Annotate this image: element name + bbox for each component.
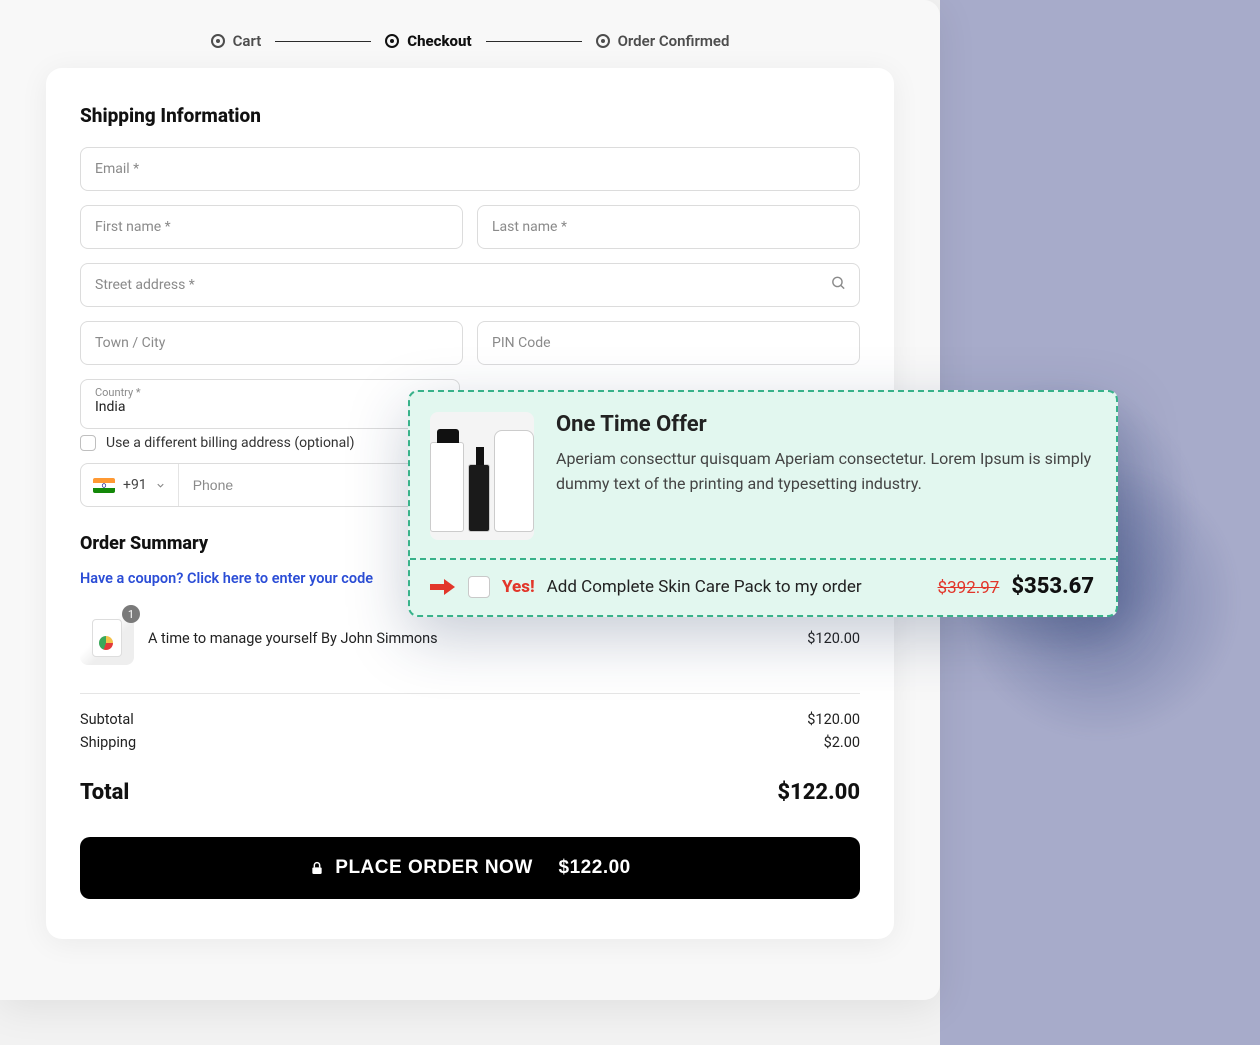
country-select[interactable]: Country * India: [80, 379, 460, 429]
offer-prices: $392.97 $353.67: [938, 574, 1094, 599]
offer-price: $353.67: [1011, 574, 1094, 599]
total-label: Total: [80, 780, 129, 805]
qty-badge: 1: [122, 605, 140, 623]
step-label: Checkout: [407, 32, 471, 50]
product-tube-icon: [494, 430, 534, 532]
phone-field: +91: [80, 463, 460, 507]
offer-strike-price: $392.97: [938, 578, 1000, 598]
step-label: Cart: [233, 32, 262, 50]
step-dot-icon: [385, 34, 399, 48]
book-icon: [92, 619, 122, 657]
shipping-row: Shipping $2.00: [80, 731, 860, 754]
phone-country-select[interactable]: +91: [81, 464, 179, 506]
offer-add-label: Add Complete Skin Care Pack to my order: [547, 577, 862, 597]
pin-input[interactable]: [492, 335, 845, 351]
offer-product-image: [430, 412, 534, 540]
last-name-input[interactable]: [492, 219, 845, 235]
street-input[interactable]: [95, 277, 845, 293]
chevron-down-icon: [155, 480, 166, 491]
shipping-label: Shipping: [80, 734, 136, 751]
diff-billing-label: Use a different billing address (optiona…: [106, 435, 355, 451]
offer-add-checkbox[interactable]: [468, 576, 490, 598]
product-bottle-icon: [430, 442, 464, 532]
step-cart[interactable]: Cart: [211, 32, 262, 50]
subtotal-value: $120.00: [807, 711, 860, 728]
offer-yes-label: Yes!: [502, 577, 535, 597]
step-divider: [486, 41, 582, 42]
one-time-offer-card: One Time Offer Aperiam consecttur quisqu…: [408, 390, 1118, 617]
subtotal-row: Subtotal $120.00: [80, 708, 860, 731]
checkout-steps: Cart Checkout Order Confirmed: [0, 0, 940, 68]
flag-india-icon: [93, 478, 115, 493]
place-order-amount: $122.00: [559, 857, 631, 879]
search-icon[interactable]: [830, 275, 847, 296]
last-name-field-wrap: [477, 205, 860, 249]
phone-prefix-value: +91: [123, 477, 147, 493]
coupon-link[interactable]: Have a coupon? Click here to enter your …: [80, 570, 373, 587]
shipping-value: $2.00: [824, 734, 860, 751]
email-input[interactable]: [95, 161, 845, 177]
shipping-heading: Shipping Information: [80, 104, 860, 127]
offer-description: Aperiam consecttur quisquam Aperiam cons…: [556, 447, 1092, 497]
offer-text: One Time Offer Aperiam consecttur quisqu…: [556, 412, 1092, 540]
street-field-wrap: [80, 263, 860, 307]
country-value: India: [95, 399, 125, 415]
cart-item-thumb: 1: [80, 611, 134, 665]
cart-item-name: A time to manage yourself By John Simmon…: [148, 630, 438, 647]
diff-billing-checkbox[interactable]: [80, 435, 96, 451]
step-label: Order Confirmed: [618, 32, 730, 50]
first-name-input[interactable]: [95, 219, 448, 235]
total-value: $122.00: [777, 780, 860, 805]
city-input[interactable]: [95, 335, 448, 351]
product-dropper-icon: [468, 464, 490, 532]
place-order-button[interactable]: PLACE ORDER NOW $122.00: [80, 837, 860, 899]
country-label: Country *: [95, 386, 141, 399]
cart-item-price: $120.00: [807, 630, 860, 647]
arrow-right-icon: [430, 578, 456, 596]
offer-title: One Time Offer: [556, 412, 1092, 437]
place-order-label: PLACE ORDER NOW: [335, 857, 533, 879]
step-dot-icon: [211, 34, 225, 48]
pin-field-wrap: [477, 321, 860, 365]
step-dot-icon: [596, 34, 610, 48]
subtotal-label: Subtotal: [80, 711, 134, 728]
email-field-wrap: [80, 147, 860, 191]
first-name-field-wrap: [80, 205, 463, 249]
divider: [80, 693, 860, 694]
step-checkout[interactable]: Checkout: [385, 32, 471, 50]
offer-top: One Time Offer Aperiam consecttur quisqu…: [410, 392, 1116, 558]
step-confirmed[interactable]: Order Confirmed: [596, 32, 730, 50]
total-row: Total $122.00: [80, 780, 860, 805]
lock-icon: [309, 859, 325, 877]
offer-bottom: Yes! Add Complete Skin Care Pack to my o…: [410, 560, 1116, 615]
step-divider: [275, 41, 371, 42]
city-field-wrap: [80, 321, 463, 365]
